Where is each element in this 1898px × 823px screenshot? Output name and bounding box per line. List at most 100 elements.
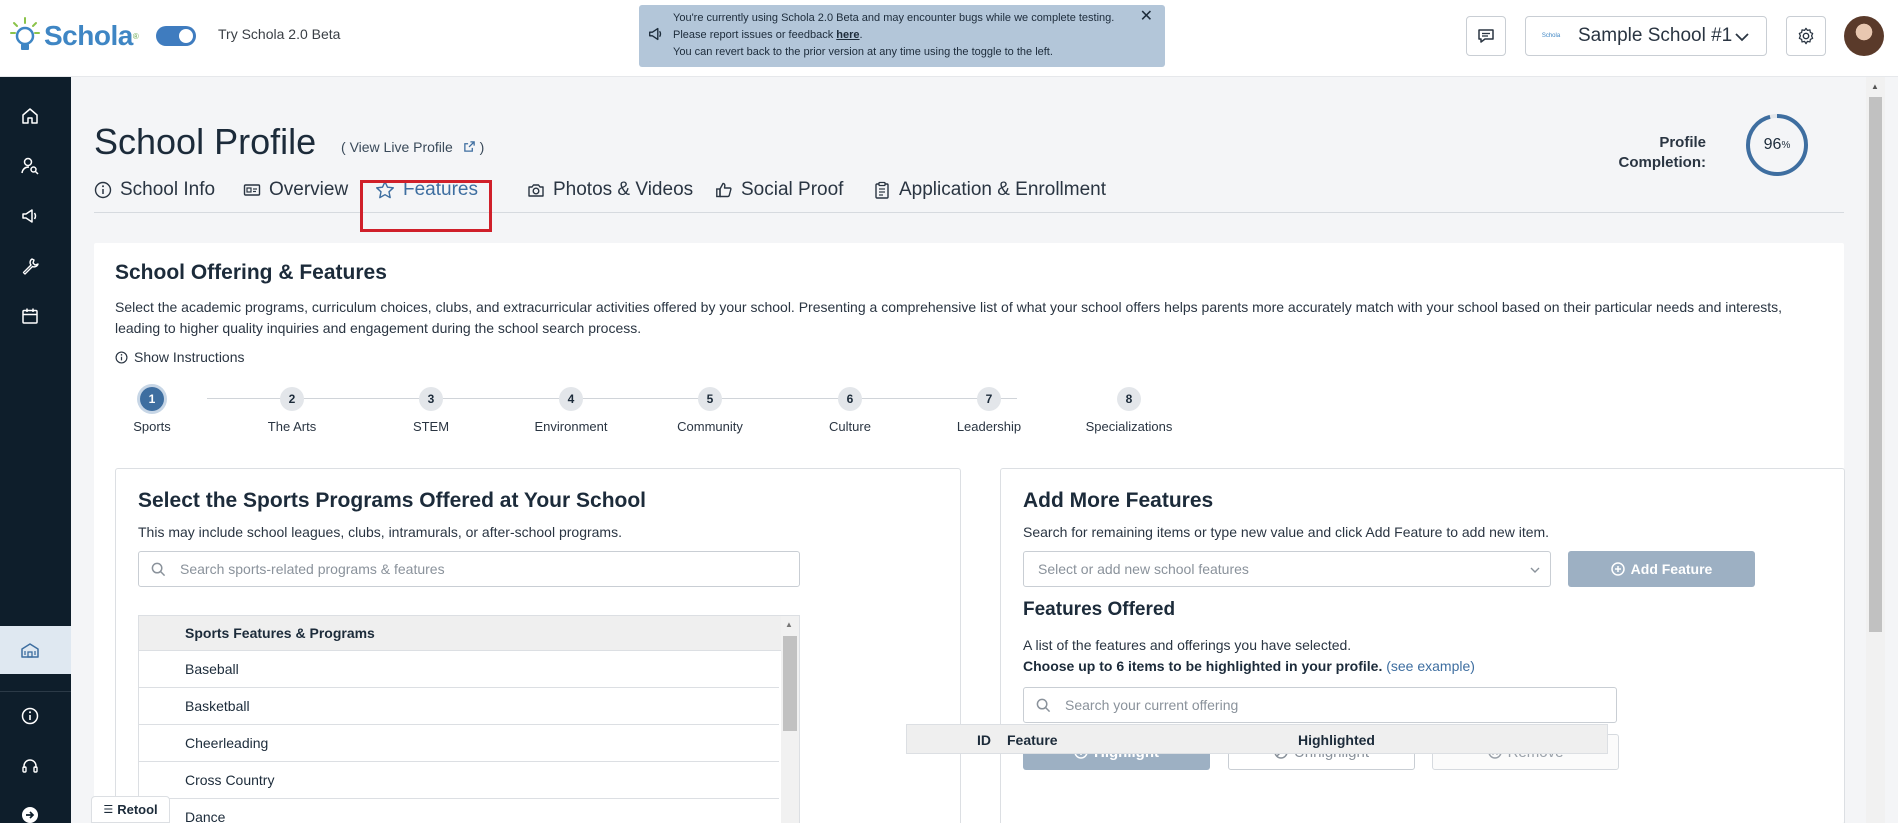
home-icon[interactable] <box>18 104 42 128</box>
table-row[interactable]: Dance <box>139 799 779 823</box>
table-row[interactable]: Cross Country <box>139 762 779 799</box>
sports-table-header: Sports Features & Programs <box>139 616 799 651</box>
info-icon[interactable] <box>18 704 42 728</box>
headset-icon[interactable] <box>18 754 42 778</box>
category-stepper: 1 Sports 2 The Arts 3 STEM 4 Environment 5 Co… <box>115 383 1172 443</box>
beta-notice: You're currently using Schola 2.0 Beta a… <box>639 5 1165 67</box>
show-instructions-toggle[interactable]: Show Instructions <box>115 349 245 365</box>
beta-toggle[interactable] <box>156 26 196 46</box>
tab-application-enrollment[interactable]: Application & Enrollment <box>873 173 1106 207</box>
school-name: Sample School #1 <box>1578 25 1733 46</box>
step-the-arts[interactable]: 2 The Arts <box>237 387 347 434</box>
view-live-label[interactable]: View Live Profile <box>350 139 453 155</box>
sports-search-input[interactable]: Search sports-related programs & feature… <box>138 551 800 587</box>
sports-panel-description: This may include school leagues, clubs, … <box>138 524 622 540</box>
section-description: Select the academic programs, curriculum… <box>115 299 1783 336</box>
notice-line-2: Please report issues or feedback here. <box>673 29 863 41</box>
feedback-button[interactable] <box>1466 16 1506 56</box>
table-scrollbar[interactable]: ▲ <box>781 616 799 823</box>
step-leadership[interactable]: 7 Leadership <box>934 387 1044 434</box>
close-icon[interactable]: ✕ <box>1140 9 1153 25</box>
search-icon <box>1036 698 1051 712</box>
notice-line-1: You're currently using Schola 2.0 Beta a… <box>673 12 1115 24</box>
scrollbar-thumb[interactable] <box>783 636 797 731</box>
tab-overview[interactable]: Overview <box>243 173 348 207</box>
sports-panel-title: Select the Sports Programs Offered at Yo… <box>138 489 647 512</box>
id-card-icon <box>243 184 261 196</box>
scroll-up-icon[interactable]: ▲ <box>1871 82 1879 91</box>
top-bar: Schola ® Try Schola 2.0 Beta You're curre… <box>0 0 1898 77</box>
school-logo-icon: Schola <box>1541 33 1561 39</box>
column-feature: Feature <box>1007 732 1058 748</box>
step-sports[interactable]: 1 Sports <box>97 387 207 434</box>
sidebar <box>0 77 71 823</box>
settings-button[interactable] <box>1786 16 1826 56</box>
feature-select[interactable]: Select or add new school features <box>1023 551 1551 587</box>
table-row[interactable]: Cheerleading <box>139 725 779 762</box>
features-offered-description: A list of the features and offerings you… <box>1023 637 1475 674</box>
chat-icon <box>1478 29 1494 43</box>
table-row[interactable]: Basketball <box>139 688 779 725</box>
add-features-title: Add More Features <box>1023 489 1214 512</box>
step-specializations[interactable]: 8 Specializations <box>1074 387 1184 434</box>
tab-social-proof[interactable]: Social Proof <box>715 173 843 207</box>
add-features-panel: Add More Features Search for remaining i… <box>1000 468 1845 823</box>
info-icon <box>94 181 112 199</box>
user-search-icon[interactable] <box>18 154 42 178</box>
feature-select-placeholder: Select or add new school features <box>1038 561 1249 577</box>
step-community[interactable]: 5 Community <box>655 387 765 434</box>
brand-name: Schola <box>44 20 133 51</box>
step-environment[interactable]: 4 Environment <box>516 387 626 434</box>
profile-completion-label: Profile Completion: <box>1618 134 1707 171</box>
retool-logo-icon: ☰ <box>103 804 114 816</box>
thumbs-up-icon <box>716 182 732 198</box>
step-culture[interactable]: 6 Culture <box>795 387 905 434</box>
megaphone-icon <box>649 27 662 41</box>
info-icon <box>115 351 128 363</box>
offering-search-input[interactable]: Search your current offering <box>1023 687 1617 723</box>
external-link-icon <box>463 141 475 152</box>
profile-tabs: School Info Overview Features Photos & V… <box>94 173 1844 213</box>
retool-badge[interactable]: ☰ Retool <box>91 796 170 823</box>
page-title: School Profile <box>94 121 317 162</box>
plus-circle-icon <box>1610 562 1625 576</box>
camera-icon <box>528 184 544 197</box>
features-offered-table-header: ID Feature Highlighted <box>906 724 1608 754</box>
features-offered-title: Features Offered <box>1023 599 1176 620</box>
calendar-icon[interactable] <box>18 304 42 328</box>
gear-icon <box>1798 27 1814 45</box>
step-stem[interactable]: 3 STEM <box>376 387 486 434</box>
lightbulb-logo-icon <box>10 17 40 50</box>
notice-line-3: You can revert back to the prior version… <box>673 46 1053 58</box>
tab-school-info[interactable]: School Info <box>94 173 215 207</box>
arrow-right-icon[interactable] <box>18 803 42 823</box>
feedback-link[interactable]: here <box>836 29 859 41</box>
school-icon[interactable] <box>18 638 42 662</box>
sports-panel: Select the Sports Programs Offered at Yo… <box>115 468 961 823</box>
scroll-up-icon[interactable]: ▲ <box>785 620 793 629</box>
main-content: School Profile ( View Live Profile ) Pro… <box>71 77 1866 823</box>
sports-search-placeholder: Search sports-related programs & feature… <box>180 561 445 577</box>
add-features-description: Search for remaining items or type new v… <box>1023 524 1550 540</box>
see-example-link[interactable]: (see example) <box>1386 658 1475 674</box>
tab-photos-videos[interactable]: Photos & Videos <box>527 173 693 207</box>
chevron-down-icon <box>1530 567 1540 573</box>
sidebar-divider <box>0 691 71 692</box>
schola-logo[interactable]: Schola ® <box>10 14 139 58</box>
school-selector[interactable]: Schola Sample School #1 <box>1525 16 1767 56</box>
view-live-profile-link[interactable]: ( View Live Profile ) <box>341 139 484 155</box>
completion-value: 96% <box>1763 136 1791 153</box>
page-scrollbar-thumb[interactable] <box>1869 97 1882 632</box>
wrench-icon[interactable] <box>18 254 42 278</box>
add-feature-button[interactable]: Add Feature <box>1568 551 1755 587</box>
user-avatar[interactable] <box>1844 16 1884 56</box>
clipboard-icon <box>875 181 889 199</box>
table-row[interactable]: Baseball <box>139 651 779 688</box>
megaphone-icon[interactable] <box>18 204 42 228</box>
search-icon <box>151 562 166 576</box>
column-id: ID <box>977 732 991 748</box>
features-tab-highlight <box>360 180 492 232</box>
section-title: School Offering & Features <box>115 261 387 284</box>
page-scrollbar[interactable]: ▲ <box>1866 77 1885 823</box>
offering-search-placeholder: Search your current offering <box>1065 697 1239 713</box>
